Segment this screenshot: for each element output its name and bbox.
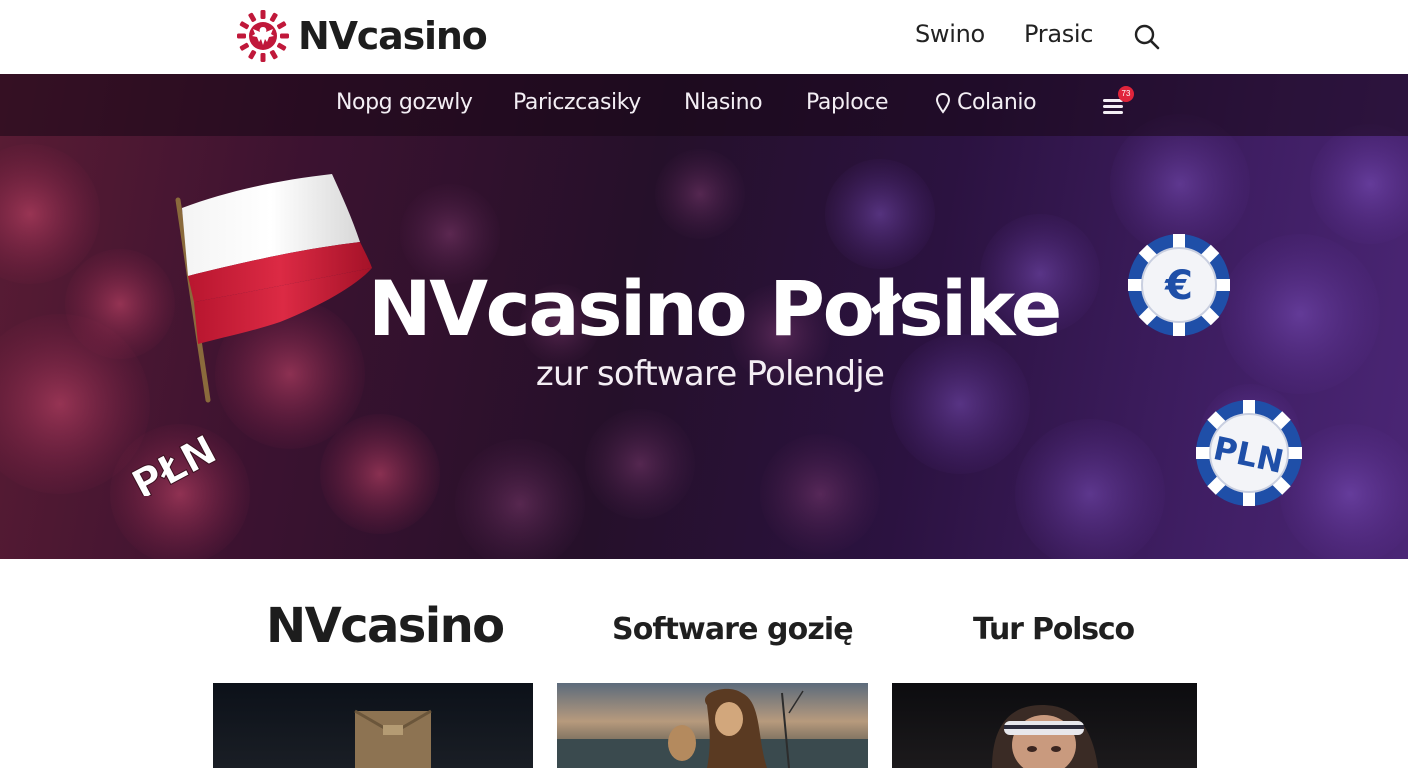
card-image-package[interactable] bbox=[213, 683, 533, 768]
notification-badge: 73 bbox=[1118, 86, 1134, 102]
nav-item-colanio-label: Colanio bbox=[957, 90, 1037, 115]
search-button[interactable] bbox=[1132, 22, 1162, 52]
euro-chip-label: € bbox=[1164, 263, 1193, 309]
card-image-people[interactable] bbox=[557, 683, 868, 768]
card-thumbnail bbox=[354, 709, 432, 768]
secondary-navigation: Nopg gozwly Pariczcasiky Nlasino Paploce… bbox=[0, 74, 1408, 136]
hero-subtitle: zur software Polendje bbox=[535, 354, 885, 394]
section-heading-software: Software gozię bbox=[612, 612, 854, 647]
card-thumbnail bbox=[992, 705, 1098, 768]
menu-button[interactable]: 73 bbox=[1100, 86, 1140, 122]
top-link-swino[interactable]: Swino bbox=[915, 20, 985, 48]
nav-item-paploce[interactable]: Paploce bbox=[806, 90, 889, 115]
search-icon bbox=[1134, 24, 1160, 50]
nav-item-pariczcasiky[interactable]: Pariczcasiky bbox=[513, 90, 641, 115]
logo-wordmark: NVcasino bbox=[298, 14, 488, 58]
top-header: NVcasino Swino Prasic bbox=[0, 0, 1408, 74]
euro-chip-icon: € bbox=[1128, 234, 1230, 336]
card-image-portrait[interactable] bbox=[892, 683, 1197, 768]
nav-item-colanio[interactable]: Colanio bbox=[935, 90, 1037, 115]
section-heading-nvcasino: NVcasino bbox=[266, 598, 505, 654]
nav-item-nopg-gozwly[interactable]: Nopg gozwly bbox=[336, 90, 473, 115]
nav-item-nlasino[interactable]: Nlasino bbox=[684, 90, 763, 115]
location-pin-icon bbox=[935, 92, 951, 114]
pln-chip-icon: PLN bbox=[1196, 400, 1302, 506]
flag-label: PŁN bbox=[125, 427, 225, 496]
hero-banner: Nopg gozwly Pariczcasiky Nlasino Paploce… bbox=[0, 74, 1408, 559]
card-thumbnail bbox=[557, 688, 868, 768]
section-heading-tur-polsco: Tur Polsco bbox=[973, 612, 1135, 647]
nvcasino-logo[interactable]: NVcasino bbox=[236, 8, 488, 64]
eagle-logo-icon bbox=[237, 10, 289, 62]
top-link-prasic[interactable]: Prasic bbox=[1024, 20, 1094, 48]
